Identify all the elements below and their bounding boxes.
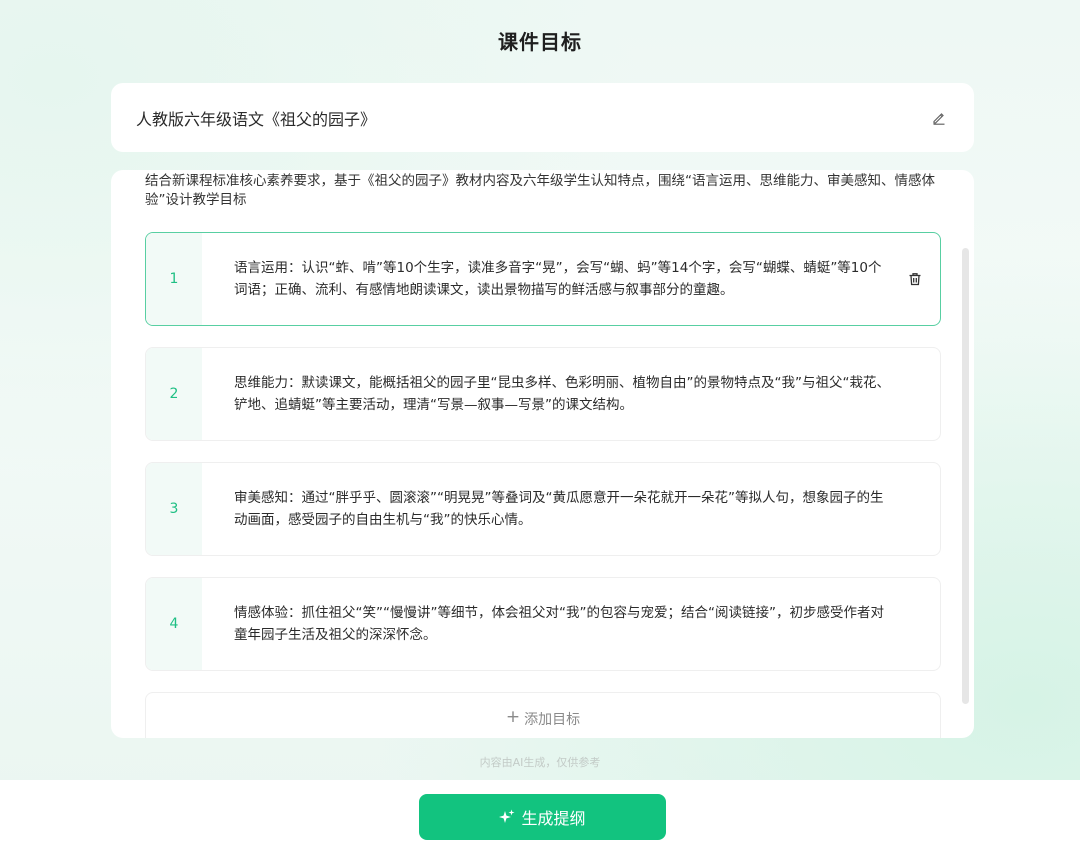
intro-text: 结合新课程标准核心素养要求，基于《祖父的园子》教材内容及六年级学生认知特点，围绕… — [145, 173, 935, 208]
add-goal-button[interactable]: + 添加目标 — [145, 692, 941, 738]
goal-number: 1 — [146, 233, 202, 325]
goal-number: 2 — [146, 348, 202, 440]
goal-number: 4 — [146, 578, 202, 670]
sparkle-icon — [499, 809, 515, 825]
add-goal-label: 添加目标 — [524, 712, 581, 728]
lesson-card: 人教版六年级语文《祖父的园子》 — [111, 83, 974, 152]
lesson-name: 人教版六年级语文《祖父的园子》 — [136, 109, 377, 129]
scrollbar[interactable] — [962, 248, 969, 704]
goal-item-4[interactable]: 4 情感体验：抓住祖父“笑”“慢慢讲”等细节，体会祖父对“我”的包容与宠爱；结合… — [145, 577, 941, 671]
goal-text[interactable]: 语言运用：认识“蚱、啃”等10个生字，读准多音字“晃”，会写“蝴、蚂”等14个字… — [234, 257, 894, 301]
goal-item-3[interactable]: 3 审美感知：通过“胖乎乎、圆滚滚”“明晃晃”等叠词及“黄瓜愿意开一朵花就开一朵… — [145, 462, 941, 556]
goal-text[interactable]: 思维能力：默读课文，能概括祖父的园子里“昆虫多样、色彩明丽、植物自由”的景物特点… — [234, 372, 894, 416]
page-title: 课件目标 — [498, 30, 582, 54]
generate-outline-label: 生成提纲 — [521, 809, 586, 828]
footer-bar: 生成提纲 — [0, 780, 1080, 848]
goals-panel: 结合新课程标准核心素养要求，基于《祖父的园子》教材内容及六年级学生认知特点，围绕… — [111, 170, 974, 738]
goal-text[interactable]: 情感体验：抓住祖父“笑”“慢慢讲”等细节，体会祖父对“我”的包容与宠爱；结合“阅… — [234, 602, 894, 646]
plus-icon: + — [505, 707, 521, 727]
trash-icon[interactable] — [906, 270, 924, 288]
goal-number: 3 — [146, 463, 202, 555]
goal-item-2[interactable]: 2 思维能力：默读课文，能概括祖父的园子里“昆虫多样、色彩明丽、植物自由”的景物… — [145, 347, 941, 441]
edit-pencil-icon[interactable] — [930, 109, 948, 127]
generate-outline-button[interactable]: 生成提纲 — [419, 794, 666, 840]
ai-disclaimer: 内容由AI生成，仅供参考 — [479, 756, 601, 769]
goal-text[interactable]: 审美感知：通过“胖乎乎、圆滚滚”“明晃晃”等叠词及“黄瓜愿意开一朵花就开一朵花”… — [234, 487, 894, 531]
goal-item-1[interactable]: 1 语言运用：认识“蚱、啃”等10个生字，读准多音字“晃”，会写“蝴、蚂”等14… — [145, 232, 941, 326]
